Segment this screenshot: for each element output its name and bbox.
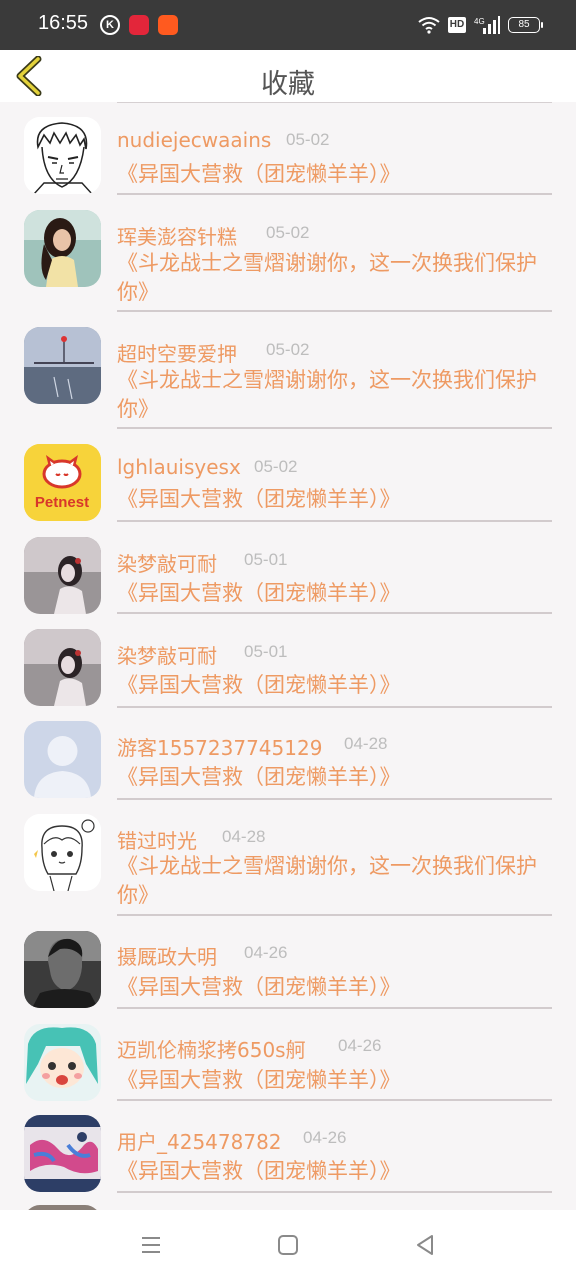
- avatar: [24, 1024, 101, 1101]
- avatar: [24, 814, 101, 891]
- home-square-icon: [278, 1235, 298, 1255]
- novel-title: 《斗龙战士之雪熠谢谢你，这一次换我们保护你》: [117, 854, 537, 907]
- avatar: [24, 117, 101, 194]
- novel-title: 《异国大营救（团宠懒羊羊）》: [117, 673, 401, 697]
- favorites-list: nudiejecwaains 05-02 《异国大营救（团宠懒羊羊）》 珲美澎容…: [0, 102, 576, 1210]
- system-nav-bar: [0, 1210, 576, 1280]
- header-bar: 收藏: [0, 50, 576, 102]
- avatar: Petnest: [24, 444, 101, 521]
- novel-title: 《异国大营救（团宠懒羊羊）》: [117, 487, 401, 511]
- user-name: 珲美澎容针糕: [117, 225, 237, 249]
- user-name: nudiejecwaains: [117, 128, 272, 152]
- divider: [117, 1099, 552, 1101]
- divider: [117, 310, 552, 312]
- signal-icon: 4G: [474, 16, 500, 34]
- divider: [117, 706, 552, 708]
- k-icon: K: [100, 15, 120, 35]
- divider: [117, 914, 552, 916]
- avatar: [24, 721, 101, 798]
- post-date: 05-02: [254, 457, 298, 476]
- divider: [117, 427, 552, 429]
- novel-title: 《异国大营救（团宠懒羊羊）》: [117, 1068, 401, 1092]
- menu-icon: [142, 1237, 160, 1253]
- battery-icon: 85: [508, 17, 543, 33]
- post-date: 05-01: [244, 550, 288, 569]
- user-name: 错过时光: [117, 829, 197, 853]
- nav-back-button[interactable]: [412, 1232, 438, 1258]
- user-name: 用户_425478782: [117, 1130, 282, 1154]
- post-date: 05-02: [266, 340, 310, 359]
- divider: [117, 102, 552, 103]
- avatar: [24, 537, 101, 614]
- novel-title: 《斗龙战士之雪熠谢谢你，这一次换我们保护你》: [117, 251, 537, 304]
- novel-title: 《异国大营救（团宠懒羊羊）》: [117, 162, 401, 186]
- avatar: [24, 210, 101, 287]
- novel-title: 《斗龙战士之雪熠谢谢你，这一次换我们保护你》: [117, 368, 537, 421]
- app-icon-orange: [158, 15, 178, 35]
- divider: [117, 1191, 552, 1193]
- divider: [117, 798, 552, 800]
- user-name: 摄厩政大明: [117, 945, 217, 969]
- post-date: 04-26: [244, 943, 288, 962]
- novel-title: 《异国大营救（团宠懒羊羊）》: [117, 1159, 401, 1183]
- novel-title: 《异国大营救（团宠懒羊羊）》: [117, 975, 401, 999]
- user-name: 迈凯伦楠浆拷650s舸: [117, 1038, 306, 1062]
- post-date: 04-28: [344, 734, 388, 753]
- divider: [117, 193, 552, 195]
- avatar: [24, 327, 101, 404]
- post-date: 04-26: [303, 1128, 347, 1147]
- divider: [117, 1007, 552, 1009]
- novel-title: 《异国大营救（团宠懒羊羊）》: [117, 765, 401, 789]
- post-date: 05-02: [286, 130, 330, 149]
- status-right-icons: HD 4G 85: [418, 13, 543, 37]
- divider: [117, 520, 552, 522]
- page-title: 收藏: [261, 69, 315, 100]
- avatar: [24, 629, 101, 706]
- home-button[interactable]: [275, 1232, 301, 1258]
- status-time: 16:55: [38, 12, 89, 34]
- user-name: 超时空要爱押: [117, 342, 237, 366]
- avatar: [24, 1115, 101, 1192]
- wifi-icon: [418, 16, 440, 34]
- user-name: 游客1557237745129: [117, 736, 323, 760]
- avatar: [24, 931, 101, 1008]
- user-name: 染梦敲可耐: [117, 552, 217, 576]
- status-bar: 16:55 K HD 4G 85: [0, 0, 576, 50]
- back-triangle-icon: [417, 1235, 433, 1255]
- user-name: 染梦敲可耐: [117, 644, 217, 668]
- novel-title: 《异国大营救（团宠懒羊羊）》: [117, 581, 401, 605]
- user-name: lghlauisyesx: [117, 455, 241, 479]
- hd-icon: HD: [448, 17, 466, 33]
- post-date: 05-01: [244, 642, 288, 661]
- post-date: 05-02: [266, 223, 310, 242]
- menu-button[interactable]: [138, 1232, 164, 1258]
- post-date: 04-28: [222, 827, 266, 846]
- network-label: 4G: [474, 17, 485, 26]
- app-icon-red: [129, 15, 149, 35]
- post-date: 04-26: [338, 1036, 382, 1055]
- petnest-logo-text: Petnest: [35, 494, 89, 511]
- divider: [117, 612, 552, 614]
